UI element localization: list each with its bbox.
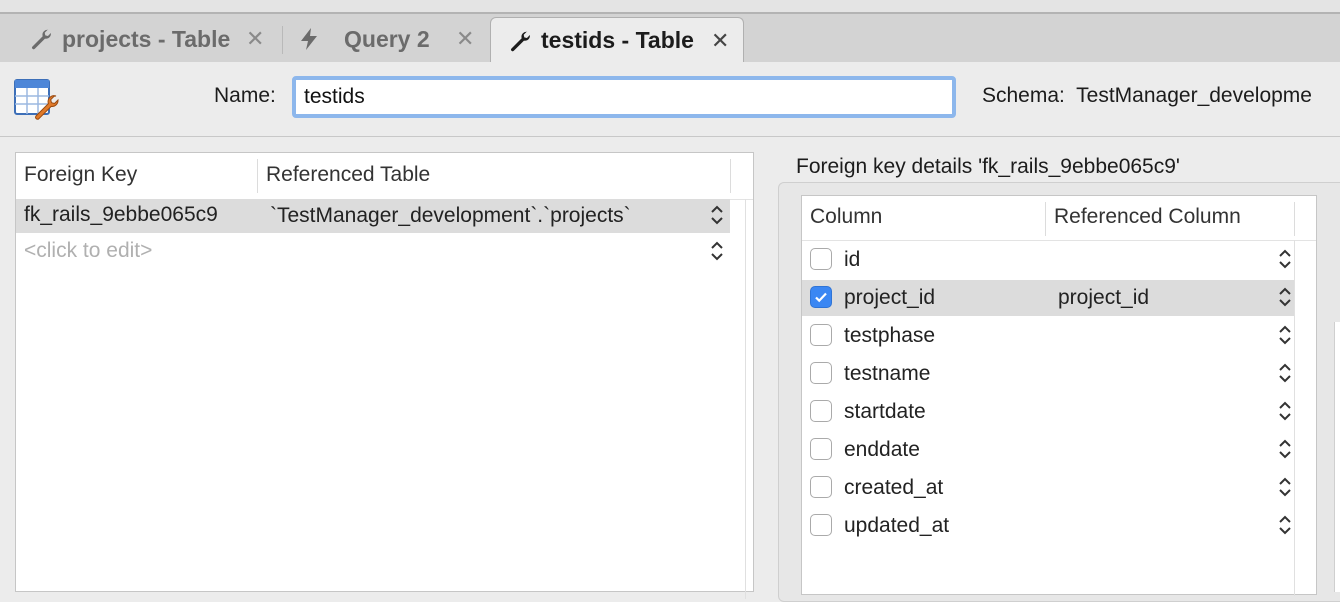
stepper-icon[interactable] [1278,476,1292,504]
stepper-icon[interactable] [1278,400,1292,428]
table-row[interactable]: startdate [802,394,1294,430]
column-name: updated_at [844,514,950,537]
schema-value: TestManager_developme [1076,84,1312,107]
column-header-foreign-key[interactable]: Foreign Key [24,163,137,187]
column-divider [1294,240,1295,596]
table-name-input[interactable] [292,76,956,118]
foreign-keys-table: Foreign Key Referenced Table fk_rails_9e… [15,152,754,599]
include-checkbox[interactable] [810,248,832,270]
tab-projects-table[interactable]: projects - Table ✕ [28,17,264,61]
stepper-icon[interactable] [1278,248,1292,276]
table-settings-icon [12,74,62,124]
column-header-referenced-table[interactable]: Referenced Table [266,163,430,187]
referenced-column-value[interactable]: project_id [1058,286,1149,310]
table-header: Column Referenced Column [802,196,1316,241]
foreign-key-details-title: Foreign key details 'fk_rails_9ebbe065c9… [796,155,1180,178]
column-header-referenced-column[interactable]: Referenced Column [1054,205,1241,229]
column-name: enddate [844,438,920,461]
table-row[interactable]: id [802,242,1294,278]
table-row[interactable]: updated_at [802,508,1294,544]
foreign-key-name[interactable]: fk_rails_9ebbe065c9 [24,203,218,227]
include-checkbox[interactable] [810,514,832,536]
close-icon[interactable]: ✕ [456,26,474,52]
include-checkbox[interactable] [810,324,832,346]
column-name: testname [844,362,931,385]
table-row[interactable]: fk_rails_9ebbe065c9 `TestManager_develop… [16,199,730,233]
stepper-icon[interactable] [710,204,724,232]
tab-label: testids - Table [541,27,694,53]
column-name: id [844,248,861,271]
tab-divider [282,26,283,54]
header-divider [730,159,731,193]
side-panel-edge [1334,322,1340,592]
schema-label: Schema: TestManager_developme [982,84,1312,107]
wrench-icon [507,28,533,54]
column-name: created_at [844,476,944,499]
header-divider [257,159,258,193]
include-checkbox[interactable] [810,476,832,498]
close-icon[interactable]: ✕ [711,28,729,54]
table-row[interactable]: created_at [802,470,1294,506]
column-divider [745,199,746,599]
tab-query-2[interactable]: Query 2 ✕ [296,17,474,61]
tab-label: Query 2 [344,25,430,52]
column-name: startdate [844,400,926,423]
wrench-icon [28,26,54,52]
name-label: Name: [214,84,276,107]
include-checkbox[interactable] [810,400,832,422]
table-row[interactable]: testname [802,356,1294,392]
table-row[interactable]: project_id project_id [802,280,1294,316]
include-checkbox[interactable] [810,438,832,460]
foreign-key-columns-table: Column Referenced Column id project_id pro… [801,195,1317,596]
toolbar: Name: Schema: TestManager_developme [0,62,1340,137]
close-icon[interactable]: ✕ [246,26,264,52]
column-header-column[interactable]: Column [810,205,882,229]
lightning-icon [296,26,322,52]
referenced-table-value[interactable]: `TestManager_development`.`projects` [270,204,631,228]
tab-bar: projects - Table ✕ Query 2 ✕ testids - T… [0,14,1340,63]
include-checkbox[interactable] [810,362,832,384]
header-divider [1045,202,1046,236]
stepper-icon[interactable] [1278,362,1292,390]
stepper-icon[interactable] [1278,286,1292,314]
tab-label: projects - Table [62,25,231,52]
column-name: project_id [844,286,936,309]
table-header: Foreign Key Referenced Table [16,153,753,200]
stepper-icon[interactable] [1278,514,1292,542]
table-row[interactable]: testphase [802,318,1294,354]
stepper-icon[interactable] [1278,438,1292,466]
window-top-edge [0,0,1340,14]
table-row-new[interactable]: <click to edit> [16,235,730,269]
stepper-icon[interactable] [1278,324,1292,352]
column-name: testphase [844,324,936,347]
stepper-icon[interactable] [710,240,724,268]
tab-testids-table[interactable]: testids - Table ✕ [490,17,744,63]
include-checkbox[interactable] [810,286,832,308]
header-divider [1294,202,1295,236]
checkmark-icon [815,292,827,303]
click-to-edit-placeholder[interactable]: <click to edit> [24,239,152,263]
table-row[interactable]: enddate [802,432,1294,468]
